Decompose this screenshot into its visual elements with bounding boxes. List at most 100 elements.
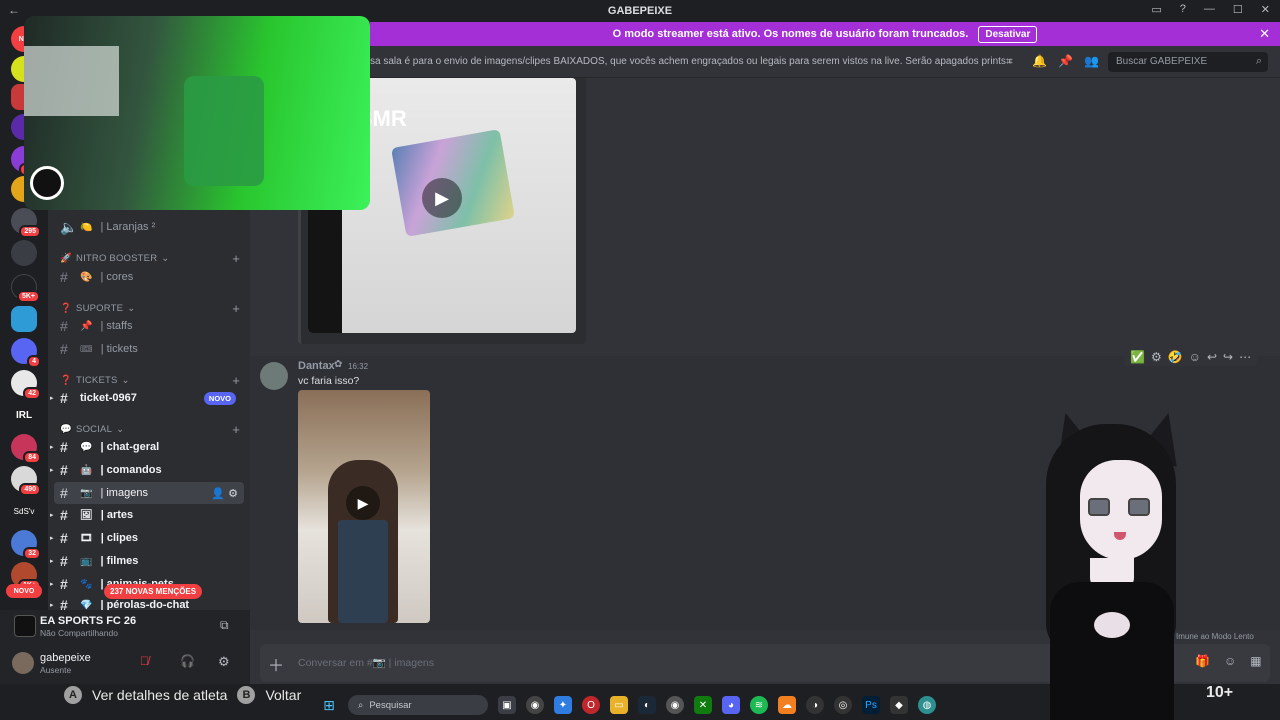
category-suporte[interactable]: ❓ SUPORTE ⌄ + — [60, 301, 240, 316]
unread-indicator-icon: ▸ — [50, 395, 54, 402]
server-icon[interactable]: 42 — [11, 370, 41, 400]
photoshop-icon[interactable]: Ps — [862, 696, 880, 714]
forward-icon[interactable]: ↪ — [1223, 350, 1233, 364]
discord-app: ← GABEPEIXE ▭ ? — ☐ ✕ O modo streamer es… — [0, 0, 1280, 720]
channel-tickets[interactable]: # 🎟 | tickets — [54, 338, 244, 360]
spotify-icon[interactable]: ≋ — [750, 696, 768, 714]
check-reaction-icon[interactable]: ✅ — [1130, 350, 1145, 364]
add-channel-icon[interactable]: + — [232, 373, 240, 388]
play-icon[interactable]: ▶ — [346, 486, 380, 520]
video-thumbnail[interactable]: ▶ — [298, 390, 430, 623]
app-icon[interactable]: ◆ — [890, 696, 908, 714]
channel-clipes[interactable]: ▸ # 🎞 | clipes — [50, 527, 244, 549]
server-icon[interactable]: 5K+ — [11, 274, 40, 303]
avatar[interactable] — [260, 362, 288, 390]
threads-icon[interactable]: ⌗ — [1006, 54, 1013, 69]
add-reaction-icon[interactable]: ☺ — [1189, 350, 1201, 364]
app-icon[interactable]: ◉ — [666, 696, 684, 714]
app-icon[interactable]: ◉ — [526, 696, 544, 714]
screen-share-icon[interactable]: ⧉ — [220, 618, 229, 633]
channel-chat-geral[interactable]: ▸ # 💬 | chat-geral — [50, 436, 244, 458]
channel-filmes[interactable]: ▸ # 📺 | filmes — [50, 550, 244, 572]
server-icon[interactable]: 4 — [11, 338, 41, 368]
app-icon[interactable]: ◑ — [806, 696, 824, 714]
unread-indicator-icon: ▸ — [50, 581, 54, 588]
emoji-icon[interactable]: ☺ — [1224, 654, 1236, 668]
category-nitro-booster[interactable]: 🚀 NITRO BOOSTER ⌄ + — [60, 251, 240, 266]
add-channel-icon[interactable]: + — [232, 251, 240, 266]
channel-comandos[interactable]: ▸ # 🤖 | comandos — [50, 459, 244, 481]
close-banner-icon[interactable]: ✕ — [1259, 26, 1270, 42]
user-status: Ausente — [40, 665, 72, 675]
close-window-icon[interactable]: ✕ — [1261, 3, 1270, 16]
help-icon[interactable]: ? — [1180, 3, 1186, 16]
server-icon[interactable]: 32 — [11, 530, 41, 560]
server-icon[interactable]: 490 — [11, 466, 41, 496]
headphones-icon[interactable]: 🎧 — [180, 654, 195, 668]
minimize-icon[interactable]: — — [1204, 3, 1215, 16]
unread-badge: 4 — [27, 355, 41, 368]
server-icon[interactable] — [11, 240, 37, 266]
add-channel-icon[interactable]: + — [232, 301, 240, 316]
steam-icon[interactable]: ◐ — [638, 696, 656, 714]
copilot-icon[interactable]: ✦ — [554, 696, 572, 714]
cloud-icon[interactable]: ☁ — [778, 696, 796, 714]
xbox-icon[interactable]: ✕ — [694, 696, 712, 714]
invite-icon[interactable]: 👤 — [211, 488, 225, 500]
server-icon[interactable] — [11, 306, 37, 332]
pearl-emoji-icon: 💎 — [80, 599, 93, 611]
unread-indicator-icon: ▸ — [50, 558, 54, 565]
gift-icon[interactable]: 🎁 — [1195, 654, 1210, 668]
pin-icon[interactable]: 📌 — [1058, 54, 1073, 68]
opera-icon[interactable]: O — [582, 696, 600, 714]
more-icon[interactable]: ⋯ — [1239, 350, 1251, 364]
message-author[interactable]: Dantax — [298, 360, 335, 372]
mic-muted-icon[interactable]: 🎙̸ — [140, 654, 149, 668]
members-icon[interactable]: 👥 — [1084, 54, 1099, 68]
laugh-reaction-icon[interactable]: 🤣 — [1168, 350, 1183, 364]
unread-indicator-icon: ▸ — [50, 535, 54, 542]
file-explorer-icon[interactable]: ▭ — [610, 696, 628, 714]
orange-emoji-icon: 🍋 — [80, 221, 93, 233]
chevron-down-icon: ⌄ — [121, 375, 130, 386]
add-channel-icon[interactable]: + — [232, 422, 240, 437]
banner-text: O modo streamer está ativo. Os nomes de … — [612, 28, 969, 40]
task-view-icon[interactable]: ▣ — [498, 696, 516, 714]
channel-ticket-0967[interactable]: ▸ # ticket-0967 NOVO — [50, 387, 244, 409]
maximize-icon[interactable]: ☐ — [1233, 3, 1243, 16]
category-social[interactable]: 💬 SOCIAL ⌄ + — [60, 422, 240, 437]
server-icon[interactable]: 295 — [11, 208, 41, 238]
channel-cores[interactable]: # 🎨 | cores — [54, 266, 244, 288]
user-settings-gear-icon[interactable]: ⚙ — [218, 654, 230, 670]
gear-reaction-icon[interactable]: ⚙ — [1151, 350, 1162, 364]
channel-header: sa sala é para o envio de imagens/clipes… — [250, 46, 1280, 78]
server-icon[interactable]: SdS'v — [11, 498, 37, 524]
channel-artes[interactable]: ▸ # 🖼 | artes — [50, 504, 244, 526]
reply-icon[interactable]: ↩ — [1207, 350, 1217, 364]
channel-staffs[interactable]: # 📌 | staffs — [54, 315, 244, 337]
windows-start-icon[interactable]: ⊞ — [320, 696, 338, 714]
add-attachment-icon[interactable]: ＋ — [268, 652, 284, 676]
notification-bell-icon[interactable]: 🔔 — [1032, 54, 1047, 68]
settings-gear-icon[interactable]: ⚙ — [228, 488, 238, 500]
server-icon[interactable]: 84 — [11, 434, 41, 464]
inbox-icon[interactable]: ▭ — [1151, 3, 1161, 16]
tv-emoji-icon: 📺 — [80, 555, 93, 567]
taskbar-search[interactable]: ⌕ Pesquisar — [348, 695, 488, 715]
server-icon[interactable]: IRL — [11, 402, 37, 428]
new-mentions-pill[interactable]: 237 NOVAS MENÇÕES — [104, 584, 203, 599]
play-icon[interactable]: ▶ — [422, 178, 462, 218]
discord-icon[interactable]: ◕ — [722, 696, 740, 714]
category-tickets[interactable]: ❓ TICKETS ⌄ + — [60, 373, 240, 388]
channel-topic[interactable]: sa sala é para o envio de imagens/clipes… — [370, 56, 1010, 67]
disable-streamer-button[interactable]: Desativar — [978, 25, 1038, 43]
hash-icon: # — [60, 597, 68, 610]
avatar[interactable] — [12, 652, 34, 674]
voice-channel-laranjas[interactable]: 🔈 🍋 | Laranjas ² — [54, 216, 244, 238]
new-servers-pill[interactable]: NOVO — [6, 584, 42, 598]
obs-icon[interactable]: ◎ — [834, 696, 852, 714]
channel-imagens[interactable]: # 📷 | imagens 👤 ⚙ — [54, 482, 244, 504]
globe-icon[interactable]: ◍ — [918, 696, 936, 714]
search-input[interactable]: Buscar GABEPEIXE ⌕ — [1108, 52, 1268, 72]
apps-icon[interactable]: ▦ — [1250, 654, 1261, 668]
